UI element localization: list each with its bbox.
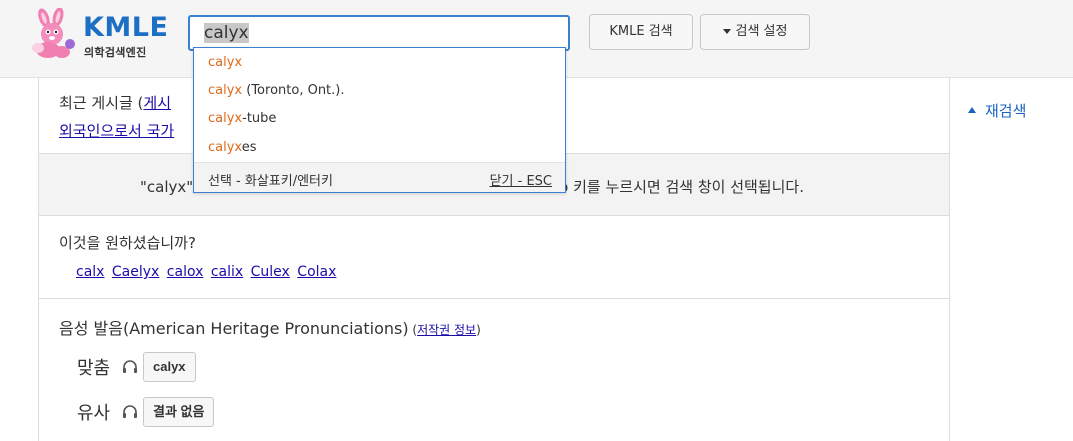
recent-post-link[interactable]: 외국인으로서 국가 [59, 120, 174, 141]
pronunciation-play-button[interactable]: 결과 없음 [143, 397, 215, 427]
kmle-search-button[interactable]: KMLE 검색 [589, 14, 693, 50]
search-input-value: calyx [204, 23, 249, 43]
search-settings-button[interactable]: 검색 설정 [700, 14, 810, 50]
notice-text-left: "calyx" [140, 178, 194, 196]
autocomplete-rest: -tube [242, 111, 277, 126]
autocomplete-match: calyx [208, 83, 243, 98]
pronunciation-row-exact: 맞춤 calyx [77, 352, 196, 382]
autocomplete-rest: es [241, 140, 257, 155]
recent-posts-link[interactable]: 게시 [143, 94, 171, 112]
triangle-up-icon [968, 106, 976, 113]
did-you-mean-section: 이것을 원하셨습니까? calx Caelyx calox calix Cule… [39, 216, 949, 299]
pronunciation-row-label: 맞춤 [77, 358, 111, 379]
autocomplete-item[interactable]: calyx-tube [208, 107, 276, 131]
suggestion-link[interactable]: Caelyx [112, 264, 159, 280]
autocomplete-hint: 선택 - 화살표키/엔터키 [208, 174, 333, 189]
autocomplete-item[interactable]: calyx [208, 51, 242, 75]
suggestion-list: calx Caelyx calox calix Culex Colax [76, 264, 339, 280]
copyright-note: (저작권 정보) [408, 323, 481, 337]
recent-posts-label: 최근 게시글 (게시 [59, 92, 171, 113]
notice-text-right: o 키를 누르시면 검색 창이 선택됩니다. [559, 178, 804, 196]
autocomplete-item[interactable]: calyxes [208, 136, 257, 160]
pronunciation-row-label: 유사 [77, 403, 111, 424]
autocomplete-match: calyx [208, 55, 243, 70]
caret-down-icon [722, 29, 731, 34]
autocomplete-match: calyx [208, 111, 243, 126]
suggestion-link[interactable]: Colax [297, 264, 336, 280]
research-link[interactable]: 재검색 [968, 100, 1026, 121]
research-label: 재검색 [985, 102, 1027, 120]
autocomplete-dropdown: calyx calyx (Toronto, Ont.). calyx-tube … [193, 47, 566, 193]
logo-subtitle: 의학검색엔진 [84, 46, 147, 59]
copyright-open: ( [408, 323, 418, 337]
autocomplete-item[interactable]: calyx (Toronto, Ont.). [208, 79, 345, 103]
logo-title: KMLE [83, 12, 169, 43]
autocomplete-rest: (Toronto, Ont.). [242, 83, 345, 98]
copyright-link[interactable]: 저작권 정보 [417, 323, 476, 337]
suggestion-link[interactable]: calox [167, 264, 204, 280]
search-settings-label: 검색 설정 [735, 24, 788, 39]
pronunciation-title-text: 음성 발음(American Heritage Pronunciations) [59, 319, 409, 338]
pronunciation-section: 음성 발음(American Heritage Pronunciations) … [39, 299, 949, 441]
headphones-icon[interactable] [121, 360, 139, 374]
autocomplete-match: calyx [208, 140, 242, 155]
bunny-mascot-icon [32, 8, 75, 58]
autocomplete-footer: 선택 - 화살표키/엔터키 닫기 - ESC [194, 162, 565, 192]
recent-posts-prefix: 최근 게시글 ( [59, 94, 144, 112]
search-input[interactable]: calyx [188, 15, 570, 51]
autocomplete-close-link[interactable]: 닫기 - ESC [490, 170, 552, 189]
did-you-mean-question: 이것을 원하셨습니까? [59, 234, 196, 252]
pronunciation-title: 음성 발음(American Heritage Pronunciations) … [59, 315, 481, 339]
kmle-logo[interactable]: KMLE 의학검색엔진 [26, 8, 169, 60]
suggestion-link[interactable]: calx [76, 264, 104, 280]
copyright-close: ) [476, 323, 481, 337]
suggestion-link[interactable]: Culex [251, 264, 290, 280]
headphones-icon[interactable] [121, 405, 139, 419]
pronunciation-row-similar: 유사 결과 없음 [77, 397, 215, 427]
suggestion-link[interactable]: calix [211, 264, 243, 280]
pronunciation-play-button[interactable]: calyx [143, 352, 196, 382]
